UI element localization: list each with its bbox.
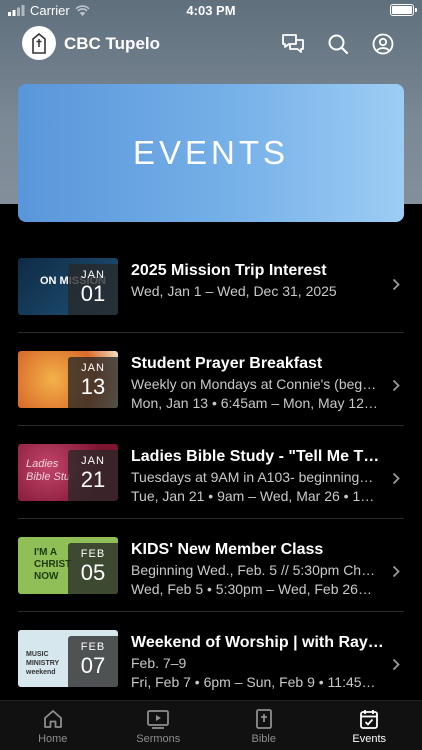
event-month: FEB <box>80 548 106 560</box>
event-description: Weekly on Mondays at Connie's (beg… <box>131 376 377 392</box>
date-badge: JAN 13 <box>68 357 118 408</box>
user-profile-icon <box>372 33 394 55</box>
event-day: 07 <box>80 653 106 678</box>
event-thumbnail: MUSIC MINISTRY weekend FEB 07 <box>18 630 118 687</box>
event-item[interactable]: JAN 13 Student Prayer Breakfast Weekly o… <box>18 333 404 426</box>
clock: 4:03 PM <box>186 3 236 18</box>
search-button[interactable] <box>325 31 351 57</box>
event-day: 01 <box>80 281 106 306</box>
event-item[interactable]: MUSIC MINISTRY weekend FEB 07 Weekend of… <box>18 612 404 705</box>
hero-title: EVENTS <box>132 134 290 171</box>
event-title: 2025 Mission Trip Interest <box>131 262 327 279</box>
event-month: JAN <box>81 362 105 374</box>
date-badge: JAN 21 <box>68 450 118 501</box>
home-icon <box>43 710 62 728</box>
event-description: Tuesdays at 9AM in A103- beginning… <box>131 469 374 485</box>
tab-label: Home <box>38 733 68 745</box>
event-title: Weekend of Worship | with Ray… <box>131 634 384 651</box>
date-badge: FEB 05 <box>68 543 118 594</box>
event-thumbnail: I'M A CHRIST NOW FEB 05 <box>18 537 118 594</box>
search-icon <box>328 34 349 55</box>
event-date-range: Wed, Jan 1 – Wed, Dec 31, 2025 <box>131 283 337 299</box>
event-text: KIDS' New Member Class Beginning Wed., F… <box>131 541 387 597</box>
event-item[interactable]: ON MISSION JAN 01 2025 Mission Trip Inte… <box>18 240 404 333</box>
battery-icon <box>390 4 417 16</box>
date-badge: JAN 01 <box>68 264 118 315</box>
chevron-right-icon <box>392 565 400 578</box>
bible-icon <box>255 709 272 729</box>
event-text: Student Prayer Breakfast Weekly on Monda… <box>131 355 387 411</box>
tab-home[interactable]: Home <box>0 701 106 750</box>
events-hero-banner: EVENTS <box>18 84 404 222</box>
church-door-icon <box>32 32 46 54</box>
profile-button[interactable] <box>370 31 396 57</box>
event-month: JAN <box>81 455 105 467</box>
event-description: Beginning Wed., Feb. 5 // 5:30pm Ch… <box>131 562 376 578</box>
church-logo[interactable] <box>22 26 56 60</box>
event-thumbnail: Ladies Bible Stu JAN 21 <box>18 444 118 501</box>
messages-button[interactable] <box>280 31 306 57</box>
event-description: Feb. 7–9 <box>131 655 187 671</box>
event-date-range: Fri, Feb 7 • 6pm – Sun, Feb 9 • 11:45… <box>131 674 376 690</box>
event-thumbnail: ON MISSION JAN 01 <box>18 258 118 315</box>
tab-sermons[interactable]: Sermons <box>106 701 212 750</box>
event-month: FEB <box>80 641 106 653</box>
event-text: 2025 Mission Trip Interest Wed, Jan 1 – … <box>131 262 387 299</box>
chevron-right-icon <box>392 278 400 291</box>
event-date-range: Mon, Jan 13 • 6:45am – Mon, May 12… <box>131 395 378 411</box>
chat-bubbles-icon <box>282 34 304 53</box>
app-header: CBC Tupelo <box>0 22 422 66</box>
event-item[interactable]: I'M A CHRIST NOW FEB 05 KIDS' New Member… <box>18 519 404 612</box>
event-text: Weekend of Worship | with Ray… Feb. 7–9 … <box>131 634 387 690</box>
status-bar: Carrier 4:03 PM <box>0 0 422 22</box>
calendar-icon <box>360 710 379 729</box>
app-title: CBC Tupelo <box>64 34 161 53</box>
event-month: JAN <box>81 269 105 281</box>
chevron-right-icon <box>392 379 400 392</box>
event-text: Ladies Bible Study - "Tell Me T… Tuesday… <box>131 448 387 504</box>
tab-label: Bible <box>251 733 276 745</box>
event-title: Student Prayer Breakfast <box>131 355 323 372</box>
video-icon <box>147 710 170 729</box>
tab-label: Events <box>352 733 387 745</box>
tab-events[interactable]: Events <box>317 701 422 750</box>
date-badge: FEB 07 <box>68 636 118 687</box>
event-day: 13 <box>80 374 106 399</box>
chevron-right-icon <box>392 472 400 485</box>
tab-label: Sermons <box>136 733 181 745</box>
event-thumbnail: JAN 13 <box>18 351 118 408</box>
chevron-right-icon <box>392 658 400 671</box>
event-day: 05 <box>80 560 106 585</box>
event-item[interactable]: Ladies Bible Stu JAN 21 Ladies Bible Stu… <box>18 426 404 519</box>
tab-bar: Home Sermons Bible Events <box>0 700 422 750</box>
event-day: 21 <box>80 467 106 492</box>
event-date-range: Tue, Jan 21 • 9am – Wed, Mar 26 • 1… <box>131 488 375 504</box>
event-title: Ladies Bible Study - "Tell Me T… <box>131 448 380 465</box>
event-title: KIDS' New Member Class <box>131 541 324 558</box>
tab-bible[interactable]: Bible <box>211 701 317 750</box>
event-date-range: Wed, Feb 5 • 5:30pm – Wed, Feb 26… <box>131 581 372 597</box>
event-list: ON MISSION JAN 01 2025 Mission Trip Inte… <box>0 240 422 705</box>
